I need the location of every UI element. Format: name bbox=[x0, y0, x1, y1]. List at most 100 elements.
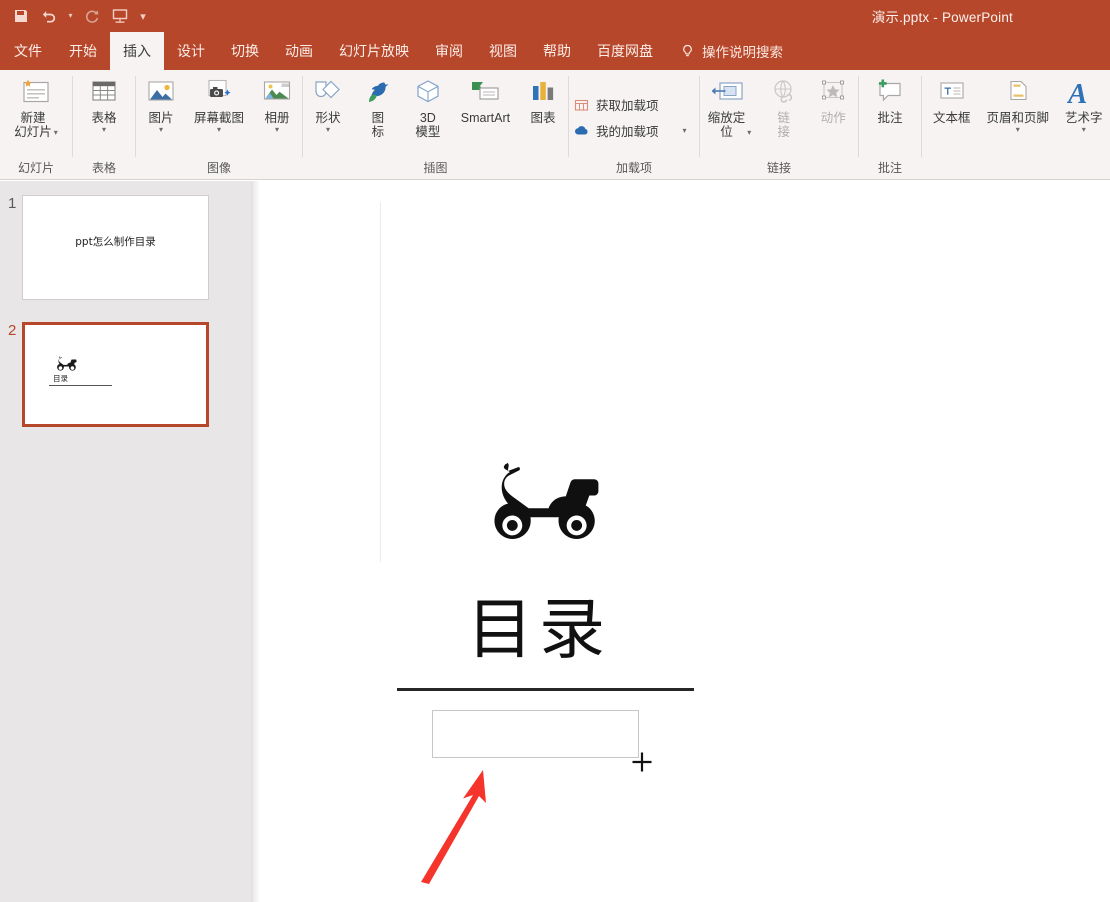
zoom-label-2: 位 bbox=[720, 125, 733, 139]
slide-editing-canvas[interactable]: 目录 bbox=[259, 200, 1110, 902]
pictures-button[interactable]: 图片 ▾ bbox=[139, 74, 183, 134]
link-label-2: 接 bbox=[777, 125, 790, 139]
new-slide-label-2: 幻灯片 bbox=[14, 125, 52, 139]
tab-baidu-netdisk[interactable]: 百度网盘 bbox=[584, 32, 666, 70]
table-button[interactable]: 表格 ▾ bbox=[82, 74, 126, 134]
my-addins-caret[interactable]: ▾ bbox=[683, 126, 687, 135]
chart-label: 图表 bbox=[530, 111, 556, 125]
new-slide-caret[interactable]: ▾ bbox=[54, 128, 58, 139]
shapes-caret[interactable]: ▾ bbox=[326, 125, 330, 134]
tab-review[interactable]: 审阅 bbox=[422, 32, 476, 70]
table-icon bbox=[88, 75, 120, 111]
zoom-caret[interactable]: ▾ bbox=[747, 128, 751, 139]
ribbon-tab-strip: 文件 开始 插入 设计 切换 动画 幻灯片放映 审阅 视图 帮助 百度网盘 操作… bbox=[0, 32, 1110, 70]
zoom-summary-icon bbox=[711, 75, 748, 111]
tab-transitions[interactable]: 切换 bbox=[218, 32, 272, 70]
text-box-button[interactable]: 文本框 bbox=[928, 74, 976, 125]
photo-album-icon bbox=[261, 75, 293, 111]
screenshot-icon bbox=[202, 75, 236, 111]
action-button[interactable]: 动作 bbox=[811, 74, 855, 125]
slide-thumbnail-2[interactable]: 2 目录 bbox=[0, 322, 209, 427]
wordart-button[interactable]: A 艺术字 ▾ bbox=[1060, 74, 1108, 134]
slide-thumb-surface-1[interactable]: ppt怎么制作目录 bbox=[22, 195, 209, 300]
new-slide-button[interactable]: 新建 幻灯片 ▾ bbox=[9, 74, 63, 139]
ribbon-group-comments-label: 批注 bbox=[877, 161, 902, 175]
tab-home[interactable]: 开始 bbox=[56, 32, 110, 70]
photo-album-caret[interactable]: ▾ bbox=[275, 125, 279, 134]
slide-thumbnail-1[interactable]: 1 ppt怎么制作目录 bbox=[0, 195, 209, 300]
tab-slideshow[interactable]: 幻灯片放映 bbox=[326, 32, 422, 70]
model-3d-button[interactable]: 3D 模型 bbox=[406, 74, 450, 139]
smartart-icon bbox=[466, 75, 504, 111]
header-footer-label: 页眉和页脚 bbox=[986, 111, 1050, 125]
tab-insert[interactable]: 插入 bbox=[110, 32, 164, 70]
model-3d-label-2: 模型 bbox=[415, 125, 441, 139]
shapes-label: 形状 bbox=[315, 111, 341, 125]
text-box-drag-preview[interactable] bbox=[432, 710, 639, 758]
pictures-caret[interactable]: ▾ bbox=[159, 125, 163, 134]
scooter-icon[interactable] bbox=[467, 448, 612, 548]
tab-animations[interactable]: 动画 bbox=[272, 32, 326, 70]
model-3d-label-1: 3D bbox=[419, 111, 436, 125]
wordart-caret[interactable]: ▾ bbox=[1082, 125, 1086, 134]
undo-icon[interactable] bbox=[36, 3, 62, 29]
save-icon[interactable] bbox=[8, 3, 34, 29]
my-addins-button[interactable]: 我的加载项 ▾ bbox=[569, 117, 691, 143]
my-addins-icon bbox=[573, 122, 590, 139]
svg-text:A: A bbox=[1067, 78, 1087, 109]
header-footer-icon bbox=[1003, 75, 1033, 111]
icons-button[interactable]: 图 标 bbox=[356, 74, 400, 139]
chart-button[interactable]: 图表 bbox=[521, 74, 565, 125]
store-icon bbox=[573, 96, 590, 113]
icons-label-2: 标 bbox=[371, 125, 385, 139]
get-addins-button[interactable]: 获取加载项 bbox=[569, 91, 663, 117]
powerpoint-window: ▾ ▾ 演示.pptx - PowerPoint 文件 开始 插入 设计 切换 … bbox=[0, 0, 1110, 902]
title-bar: ▾ ▾ 演示.pptx - PowerPoint bbox=[0, 0, 1110, 32]
redo-icon[interactable] bbox=[79, 3, 105, 29]
ribbon-group-tables-label: 表格 bbox=[91, 161, 116, 175]
action-label: 动作 bbox=[820, 111, 846, 125]
new-slide-label-1: 新建 bbox=[20, 111, 46, 125]
icons-label-1: 图 bbox=[371, 111, 385, 125]
tab-design[interactable]: 设计 bbox=[164, 32, 218, 70]
slide-number-2: 2 bbox=[8, 322, 17, 339]
slide-number-1: 1 bbox=[8, 195, 17, 212]
link-button[interactable]: 链 接 bbox=[762, 74, 806, 139]
tab-view[interactable]: 视图 bbox=[476, 32, 530, 70]
shapes-icon bbox=[311, 75, 345, 111]
header-footer-caret[interactable]: ▾ bbox=[1016, 125, 1020, 134]
pictures-label: 图片 bbox=[148, 111, 174, 125]
my-addins-label: 我的加载项 bbox=[596, 124, 659, 139]
slide-title-text[interactable]: 目录 bbox=[259, 595, 819, 665]
slide-thumbnail-panel[interactable]: 1 ppt怎么制作目录 2 目录 bbox=[0, 181, 251, 902]
zoom-button[interactable]: 缩放定 位 ▾ bbox=[703, 74, 757, 139]
picture-icon bbox=[145, 75, 177, 111]
undo-dropdown-caret[interactable]: ▾ bbox=[64, 3, 77, 29]
tab-help[interactable]: 帮助 bbox=[530, 32, 584, 70]
comment-label: 批注 bbox=[877, 111, 903, 125]
tab-file[interactable]: 文件 bbox=[0, 32, 56, 70]
panel-splitter[interactable] bbox=[251, 181, 259, 902]
tell-me-label: 操作说明搜索 bbox=[702, 45, 783, 60]
photo-album-button[interactable]: 相册 ▾ bbox=[255, 74, 299, 134]
table-caret[interactable]: ▾ bbox=[102, 125, 106, 134]
shapes-button[interactable]: 形状 ▾ bbox=[306, 74, 350, 134]
comment-button[interactable]: 批注 bbox=[868, 74, 912, 125]
customize-quick-access-caret[interactable]: ▾ bbox=[135, 3, 151, 29]
ribbon-group-text-label bbox=[922, 160, 1110, 180]
slide-horizontal-divider[interactable] bbox=[397, 688, 694, 691]
wordart-icon: A bbox=[1067, 75, 1101, 111]
get-addins-label: 获取加载项 bbox=[596, 98, 659, 113]
header-footer-button[interactable]: 页眉和页脚 ▾ bbox=[982, 74, 1055, 134]
screenshot-button[interactable]: 屏幕截图 ▾ bbox=[189, 74, 249, 134]
slide-thumb-surface-2[interactable]: 目录 bbox=[22, 322, 209, 427]
photo-album-label: 相册 bbox=[264, 111, 290, 125]
smartart-button[interactable]: SmartArt bbox=[456, 74, 515, 125]
window-title: 演示.pptx - PowerPoint bbox=[871, 10, 1013, 25]
lightbulb-icon bbox=[683, 44, 692, 56]
tell-me-search[interactable]: 操作说明搜索 bbox=[666, 32, 783, 70]
start-slideshow-icon[interactable] bbox=[107, 3, 133, 29]
screenshot-caret[interactable]: ▾ bbox=[217, 125, 221, 134]
ribbon-group-slides: 新建 幻灯片 ▾ 幻灯片 bbox=[0, 70, 72, 180]
chart-icon bbox=[528, 75, 558, 111]
